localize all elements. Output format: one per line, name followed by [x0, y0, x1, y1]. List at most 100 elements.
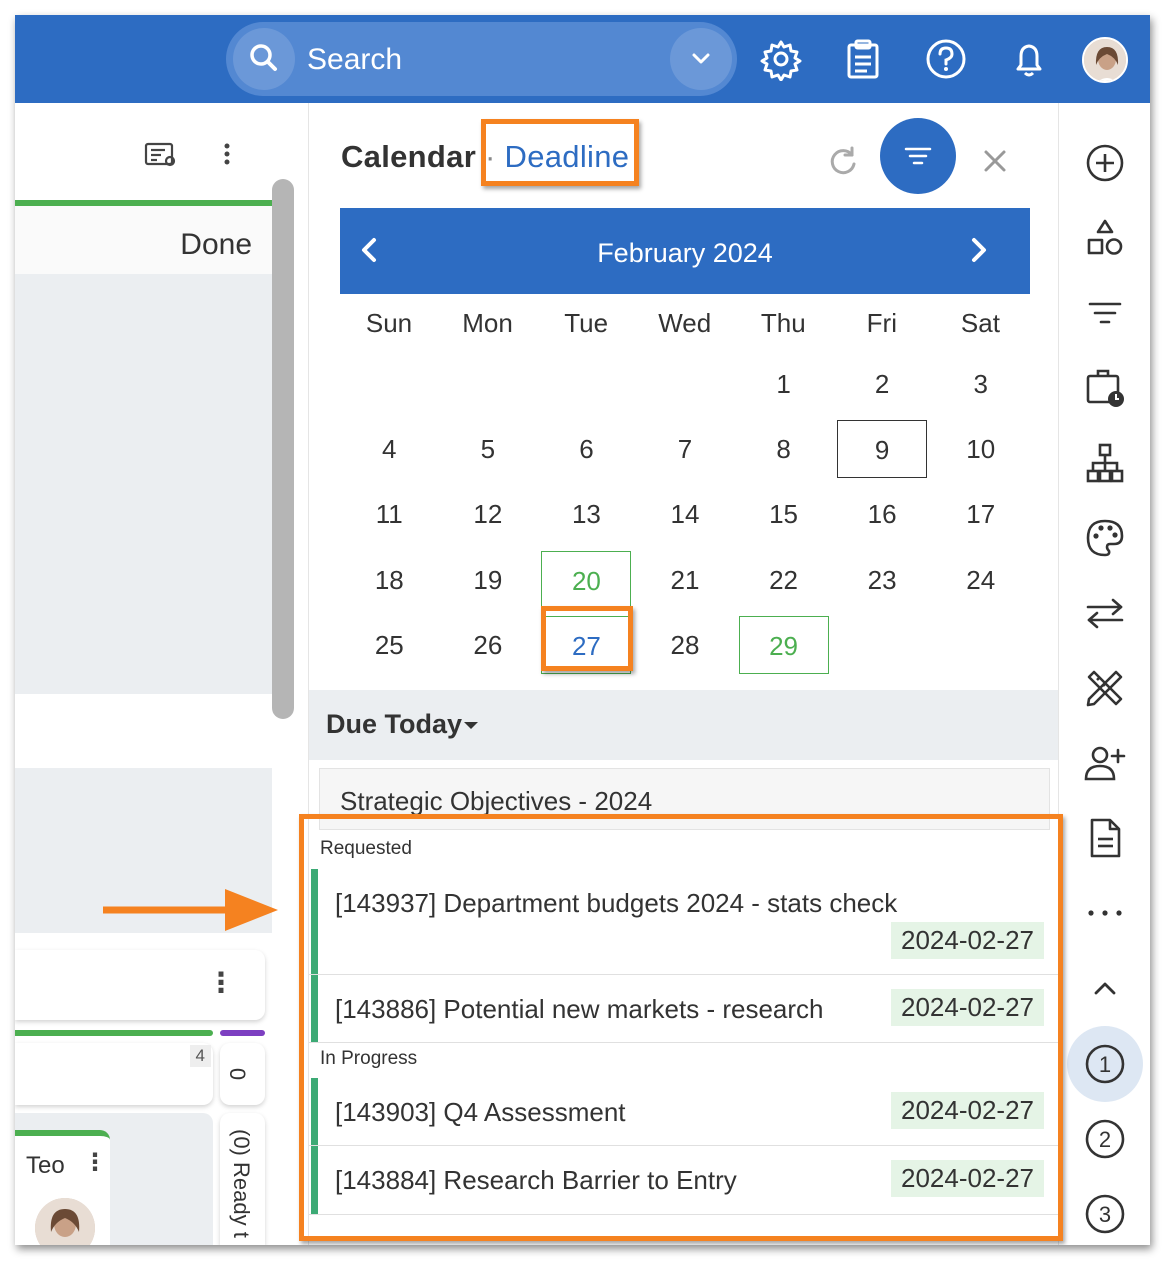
calendar-day[interactable]: 17: [936, 485, 1026, 543]
bell-icon[interactable]: [1007, 37, 1051, 81]
collapsed-column-label: (0) Ready t: [229, 1129, 254, 1238]
calendar-day[interactable]: 23: [837, 551, 927, 609]
calendar-day[interactable]: 20: [541, 550, 632, 609]
more-vertical-icon: [224, 143, 230, 165]
calendar-day[interactable]: 5: [443, 420, 533, 478]
due-filter-bar[interactable]: Due Today: [309, 690, 1059, 760]
lane-color-green: [15, 1030, 213, 1036]
user-card[interactable]: Teo ⋮: [15, 1130, 110, 1245]
weekday-label: Tue: [564, 308, 609, 338]
lane-color-purple: [220, 1030, 265, 1036]
arrow-annotation-icon: [103, 889, 278, 931]
calendar-day[interactable]: 21: [640, 551, 730, 609]
month-navigation: February 2024: [340, 208, 1030, 294]
done-column-header[interactable]: Done: [15, 206, 272, 274]
clipboard-icon[interactable]: [841, 37, 885, 81]
more-vertical-icon[interactable]: ⋮: [83, 1148, 107, 1177]
filter-lines-icon[interactable]: [1083, 291, 1127, 335]
filter-button[interactable]: [880, 118, 956, 194]
shapes-icon[interactable]: [1083, 216, 1127, 260]
chevron-up-icon[interactable]: [1083, 966, 1127, 1010]
document-icon[interactable]: [1083, 816, 1127, 860]
search-input[interactable]: Search: [307, 43, 402, 77]
workspace-3-button[interactable]: 3: [1067, 1176, 1143, 1245]
highlight-due-list: [299, 814, 1063, 1241]
calendar-day[interactable]: 8: [739, 420, 829, 478]
calendar-day[interactable]: 7: [640, 420, 730, 478]
calendar-day[interactable]: 2: [837, 355, 927, 413]
hierarchy-icon[interactable]: [1083, 441, 1127, 485]
workspace-1-button[interactable]: 1: [1067, 1026, 1143, 1102]
card-count-badge: 4: [189, 1045, 211, 1067]
calendar-day[interactable]: 28: [640, 616, 730, 674]
add-user-icon[interactable]: [1083, 741, 1127, 785]
board-toolbar: [143, 139, 263, 179]
calendar-day[interactable]: 10: [936, 420, 1026, 478]
calendar-title-text: Calendar: [341, 139, 477, 174]
workspace-2-button[interactable]: 2: [1067, 1101, 1143, 1177]
calendar-day[interactable]: 9: [837, 420, 928, 479]
collapsed-count: 0: [225, 1067, 251, 1081]
calendar-day[interactable]: 11: [344, 485, 434, 543]
calendar-day[interactable]: 12: [443, 485, 533, 543]
swap-arrows-icon[interactable]: [1083, 591, 1127, 635]
calendar-day[interactable]: 18: [344, 551, 434, 609]
board-card[interactable]: 4: [15, 1043, 213, 1105]
user-name: Teo: [26, 1152, 65, 1179]
avatar: [35, 1198, 95, 1245]
calendar-day[interactable]: 3: [936, 355, 1026, 413]
close-icon[interactable]: [973, 139, 1017, 183]
gear-icon[interactable]: [759, 37, 803, 81]
calendar-day[interactable]: 14: [640, 485, 730, 543]
caret-down-icon[interactable]: [464, 722, 478, 729]
app-window: Search Done ⋮ 4 0 Teo ⋮ (0) Ready t Cale…: [15, 15, 1150, 1245]
workspace-1-label: 1: [1099, 1052, 1111, 1077]
calendar-day[interactable]: 19: [443, 551, 533, 609]
calendar-day[interactable]: 6: [541, 420, 631, 478]
more-vertical-icon[interactable]: ⋮: [207, 966, 235, 999]
calendar-day[interactable]: 22: [739, 551, 829, 609]
more-icon[interactable]: [1083, 891, 1127, 935]
highlight-selected-day: [541, 606, 633, 671]
highlight-deadline: [481, 119, 639, 186]
due-dropdown-label[interactable]: Due Today: [326, 709, 462, 740]
refresh-icon[interactable]: [821, 139, 865, 183]
weekday-label: Mon: [462, 308, 513, 338]
avatar[interactable]: [1082, 37, 1128, 83]
search-box[interactable]: Search: [226, 22, 737, 96]
weekday-label: Wed: [658, 308, 712, 338]
top-bar: Search: [15, 15, 1150, 103]
filter-icon: [904, 147, 932, 165]
help-icon[interactable]: [924, 37, 968, 81]
calendar-day[interactable]: 1: [739, 355, 829, 413]
calendar-day[interactable]: 16: [837, 485, 927, 543]
search-icon[interactable]: [233, 28, 295, 90]
workspace-3-label: 3: [1099, 1202, 1111, 1227]
chevron-right-icon[interactable]: [958, 230, 998, 270]
chevron-down-icon[interactable]: [670, 28, 732, 90]
group-title: Strategic Objectives - 2024: [340, 786, 653, 816]
board-scrollbar[interactable]: [272, 179, 294, 719]
tools-icon[interactable]: [1083, 666, 1127, 710]
done-column-body: [15, 274, 272, 694]
plus-circle-icon[interactable]: [1083, 141, 1127, 185]
board-view-icon: [144, 142, 176, 167]
calendar-day[interactable]: 13: [541, 485, 631, 543]
briefcase-clock-icon[interactable]: [1083, 366, 1127, 410]
right-toolbar: 1 2 3: [1058, 103, 1150, 1245]
board-area: Done ⋮ 4 0 Teo ⋮ (0) Ready t: [15, 103, 308, 1245]
done-column-title: Done: [180, 228, 252, 261]
calendar-day[interactable]: 29: [738, 615, 829, 674]
calendar-day[interactable]: 4: [344, 420, 434, 478]
month-label[interactable]: February 2024: [340, 238, 1030, 269]
calendar-day[interactable]: 24: [936, 551, 1026, 609]
calendar-day[interactable]: 15: [739, 485, 829, 543]
weekday-label: Fri: [866, 308, 897, 338]
calendar-day[interactable]: 26: [443, 616, 533, 674]
collapsed-column-ready[interactable]: (0) Ready t: [220, 1113, 265, 1245]
calendar-day[interactable]: 25: [344, 616, 434, 674]
palette-icon[interactable]: [1083, 516, 1127, 560]
weekday-label: Sat: [960, 308, 1000, 338]
board-card[interactable]: ⋮: [15, 950, 265, 1020]
collapsed-column[interactable]: 0: [220, 1043, 265, 1105]
